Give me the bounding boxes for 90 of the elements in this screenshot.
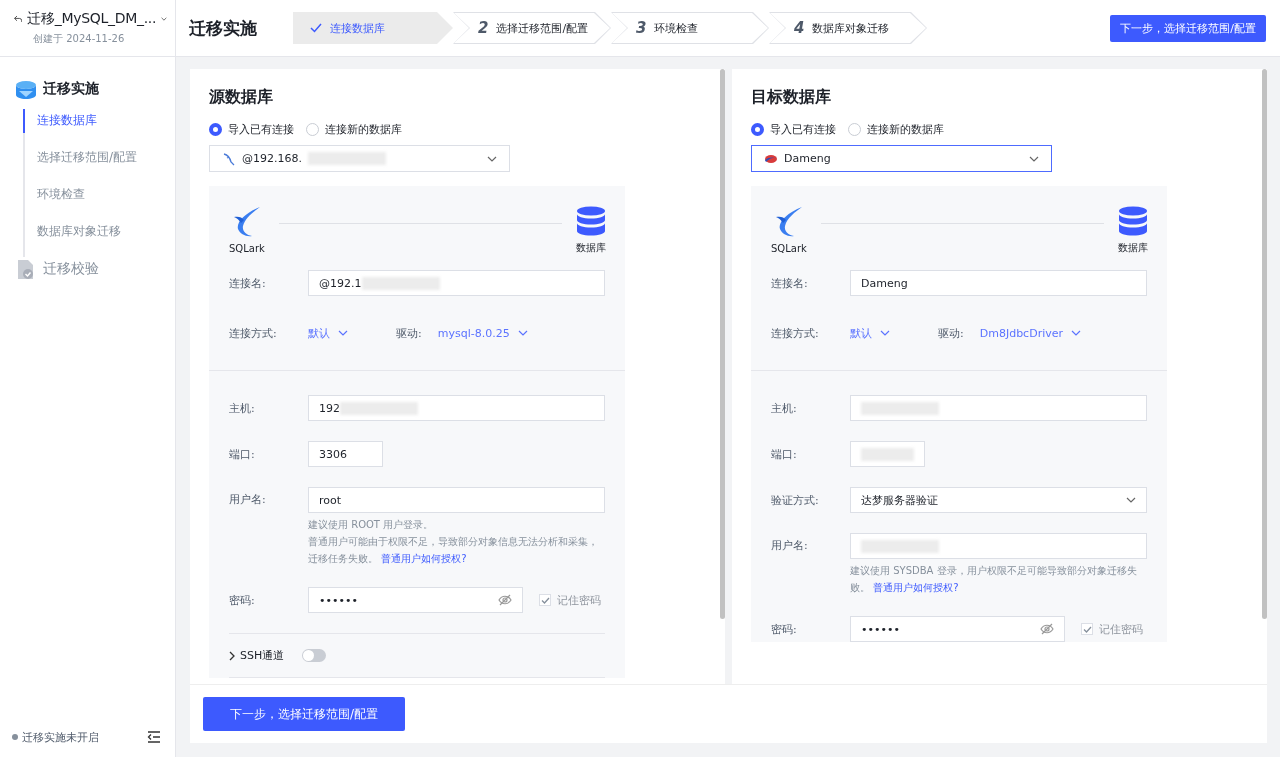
method-dropdown[interactable]: 默认 [850,325,890,341]
database-icon [1118,206,1148,236]
check-icon [1082,625,1092,633]
logo-label: SQLark [771,243,807,254]
field-label: 密码: [229,592,256,608]
hint-text: 建议使用 SYSDBA 登录，用户权限不足可能导致部分对象迁移失败。 普通用户如何授权? [850,564,1138,595]
input-field[interactable]: 192 [308,395,605,421]
logo-label: 数据库 [576,241,606,255]
chevron-down-icon [880,330,890,336]
step-tab[interactable]: 4 数据库对象迁移 [769,12,927,44]
nav-item[interactable]: 数据库对象迁移 [23,220,175,257]
driver-dropdown[interactable]: Dm8JdbcDriver [979,326,1081,340]
method-dropdown[interactable]: 默认 [308,325,348,341]
toggle-switch[interactable] [302,649,327,662]
field-label: 驱动: [396,325,422,341]
connection-select[interactable]: @192.168. [209,145,510,172]
chevron-down-icon [517,330,528,336]
input-field[interactable]: 3306 [308,441,383,467]
page-title: 迁移实施 [189,16,257,40]
radio-button[interactable] [751,123,764,136]
back-arrow-icon [14,13,23,25]
next-step-button[interactable]: 下一步，选择迁移范围/配置 [203,697,405,731]
radio-option[interactable]: 导入已有连接 [209,122,294,137]
field-label: 驱动: [938,325,964,341]
field-label: 端口: [771,446,798,462]
chevron-right-icon [229,650,235,661]
scrollbar[interactable] [720,69,725,619]
input-field[interactable]: Dameng [850,270,1147,296]
collapse-icon [147,731,161,743]
field-label: 连接方式: [229,325,278,341]
field-label: 连接方式: [771,325,820,341]
field-label: 主机: [229,400,256,416]
hint-text: 迁移任务失败。 普通用户如何授权? [308,552,468,566]
driver-dropdown[interactable]: mysql-8.0.25 [437,326,528,340]
chevron-down-icon [338,330,348,336]
chevron-down-icon [161,16,167,22]
input-field[interactable] [850,395,1147,421]
created-date: 创建于 2024-11-26 [32,32,126,46]
select-field[interactable]: 达梦服务器验证 [850,487,1147,513]
chevron-down-icon [1126,497,1136,503]
input-field[interactable]: root [308,487,605,513]
eye-off-icon [498,594,512,606]
chevron-down-icon [487,155,497,162]
help-link[interactable]: 普通用户如何授权? [873,582,959,593]
next-step-button[interactable]: 下一步，选择迁移范围/配置 [1110,14,1266,42]
help-link[interactable]: 普通用户如何授权? [381,553,467,564]
collapse-button[interactable] [147,731,161,743]
radio-option[interactable]: 导入已有连接 [751,122,836,137]
ssh-toggle-label[interactable]: SSH通道 [229,648,285,663]
panel-title: 源数据库 [209,87,274,108]
step-tab[interactable]: 2 选择迁移范围/配置 [453,12,611,44]
hint-text: 普通用户可能由于权限不足，导致部分对象信息无法分析和采集， [308,535,599,549]
input-field[interactable] [850,533,1147,559]
radio-option[interactable]: 连接新的数据库 [306,122,402,137]
eye-off-icon [1040,623,1054,635]
scrollbar[interactable] [1262,69,1267,619]
radio-button[interactable] [209,123,222,136]
check-icon [540,596,550,604]
field-label: 连接名: [771,275,809,291]
nav-group[interactable]: 迁移实施 [15,77,175,101]
logo-label: SQLark [229,243,265,254]
panel-title: 目标数据库 [751,87,832,108]
input-field[interactable]: •••••• [850,616,1065,642]
input-field[interactable]: •••••• [308,587,523,613]
chevron-down-icon [1071,330,1081,336]
field-label: 验证方式: [771,492,820,508]
step-tab[interactable]: 3 环境检查 [611,12,769,44]
input-field[interactable]: @192.1 [308,270,605,296]
radio-option[interactable]: 连接新的数据库 [848,122,944,137]
database-icon [15,78,37,100]
dolphin-icon [222,151,236,166]
hint-text: 建议使用 ROOT 用户登录。 [308,518,435,532]
field-label: 用户名: [771,538,809,554]
step-tab[interactable]: 连接数据库 [293,12,453,44]
database-icon [576,206,606,236]
field-label: 端口: [229,446,256,462]
bird-logo-icon [774,206,803,238]
logo-label: 数据库 [1118,241,1148,255]
status-dot-icon [12,734,18,740]
status-text: 迁移实施未开启 [22,729,99,745]
field-label: 用户名: [229,492,267,508]
field-label: 主机: [771,400,798,416]
bird-logo-icon [232,206,261,238]
connection-select[interactable]: Dameng [751,145,1052,172]
check-icon [310,23,322,33]
chevron-down-icon [1029,155,1039,162]
project-title[interactable]: 迁移_MySQL_DM_... [27,10,157,28]
field-label: 密码: [771,621,798,637]
field-label: 连接名: [229,275,267,291]
input-field[interactable] [850,441,925,467]
